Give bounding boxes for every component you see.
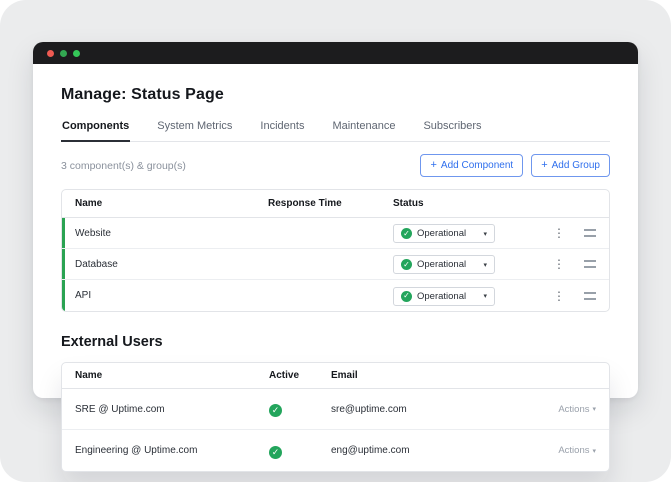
window-content: Manage: Status Page Components System Me… xyxy=(33,86,638,472)
tab-system-metrics[interactable]: System Metrics xyxy=(156,120,233,141)
table-row: Website ✓ Operational ▾ ⋮ xyxy=(62,218,609,249)
screenshot-stage: Manage: Status Page Components System Me… xyxy=(0,0,671,482)
status-dropdown[interactable]: ✓ Operational ▾ xyxy=(393,255,495,275)
kebab-menu-icon[interactable]: ⋮ xyxy=(548,226,570,240)
traffic-light-green2-icon xyxy=(73,49,80,57)
tab-incidents[interactable]: Incidents xyxy=(259,120,305,141)
add-component-button[interactable]: + Add Component xyxy=(420,154,524,177)
table-row: Database ✓ Operational ▾ ⋮ xyxy=(62,249,609,280)
active-check-icon: ✓ xyxy=(269,404,282,417)
check-icon: ✓ xyxy=(401,259,412,271)
tab-bar: Components System Metrics Incidents Main… xyxy=(61,120,610,142)
drag-handle-icon[interactable] xyxy=(584,291,596,300)
user-name: Engineering @ Uptime.com xyxy=(75,445,198,456)
status-value: Operational xyxy=(417,259,467,271)
col-name: Name xyxy=(75,370,103,381)
window-titlebar xyxy=(33,42,638,64)
actions-label: Actions xyxy=(558,445,590,456)
col-active: Active xyxy=(269,370,300,381)
add-group-button[interactable]: + Add Group xyxy=(531,154,610,177)
traffic-light-red-icon xyxy=(47,49,54,57)
col-email: Email xyxy=(331,370,358,381)
status-dropdown[interactable]: ✓ Operational ▾ xyxy=(393,286,495,306)
user-email: sre@uptime.com xyxy=(331,403,407,415)
chevron-down-icon: ▾ xyxy=(592,447,596,455)
actions-dropdown[interactable]: Actions ▾ xyxy=(522,445,596,456)
tab-subscribers[interactable]: Subscribers xyxy=(422,120,482,141)
background-card: Manage: Status Page Components System Me… xyxy=(0,0,671,482)
browser-window: Manage: Status Page Components System Me… xyxy=(33,42,638,472)
user-email: eng@uptime.com xyxy=(331,445,410,456)
drag-handle-icon[interactable] xyxy=(584,229,596,237)
toolbar-buttons: + Add Component + Add Group xyxy=(420,154,610,177)
components-summary: 3 component(s) & group(s) xyxy=(61,159,186,172)
external-users-table: Name Active Email SRE @ Uptime.com ✓ sre… xyxy=(61,362,610,472)
plus-icon: + xyxy=(541,159,548,171)
check-icon: ✓ xyxy=(401,290,412,302)
page-title: Manage: Status Page xyxy=(61,86,224,103)
table-row: Engineering @ Uptime.com ✓ eng@uptime.co… xyxy=(62,430,609,471)
component-name: Website xyxy=(75,227,111,239)
col-name: Name xyxy=(75,198,103,209)
add-group-label: Add Group xyxy=(551,160,600,171)
col-status: Status xyxy=(393,198,424,209)
actions-dropdown[interactable]: Actions ▾ xyxy=(522,404,596,415)
status-value: Operational xyxy=(417,290,467,302)
table-row: SRE @ Uptime.com ✓ sre@uptime.com Action… xyxy=(62,389,609,430)
chevron-down-icon: ▾ xyxy=(592,406,596,413)
external-users-table-header: Name Active Email xyxy=(62,363,609,389)
active-check-icon: ✓ xyxy=(269,445,282,459)
external-users-title: External Users xyxy=(61,334,163,350)
col-response-time: Response Time xyxy=(268,198,342,209)
components-toolbar: 3 component(s) & group(s) + Add Componen… xyxy=(61,154,610,177)
chevron-down-icon: ▾ xyxy=(483,293,487,301)
check-icon: ✓ xyxy=(401,228,412,240)
drag-handle-icon[interactable] xyxy=(584,260,596,268)
add-component-label: Add Component xyxy=(440,160,514,171)
components-table: Name Response Time Status Website ✓ Oper… xyxy=(61,189,610,312)
table-row: API ✓ Operational ▾ ⋮ xyxy=(62,280,609,311)
actions-label: Actions xyxy=(558,403,590,415)
chevron-down-icon: ▾ xyxy=(483,261,487,269)
tab-components[interactable]: Components xyxy=(61,120,131,142)
chevron-down-icon: ▾ xyxy=(483,230,487,238)
status-value: Operational xyxy=(417,228,467,240)
components-table-header: Name Response Time Status xyxy=(62,190,609,218)
user-name: SRE @ Uptime.com xyxy=(75,403,165,415)
component-name: Database xyxy=(75,258,118,270)
plus-icon: + xyxy=(430,159,437,171)
status-dropdown[interactable]: ✓ Operational ▾ xyxy=(393,224,495,244)
traffic-light-green-icon xyxy=(60,49,67,57)
kebab-menu-icon[interactable]: ⋮ xyxy=(548,289,570,303)
kebab-menu-icon[interactable]: ⋮ xyxy=(548,257,570,271)
tab-maintenance[interactable]: Maintenance xyxy=(331,120,396,141)
component-name: API xyxy=(75,290,92,301)
